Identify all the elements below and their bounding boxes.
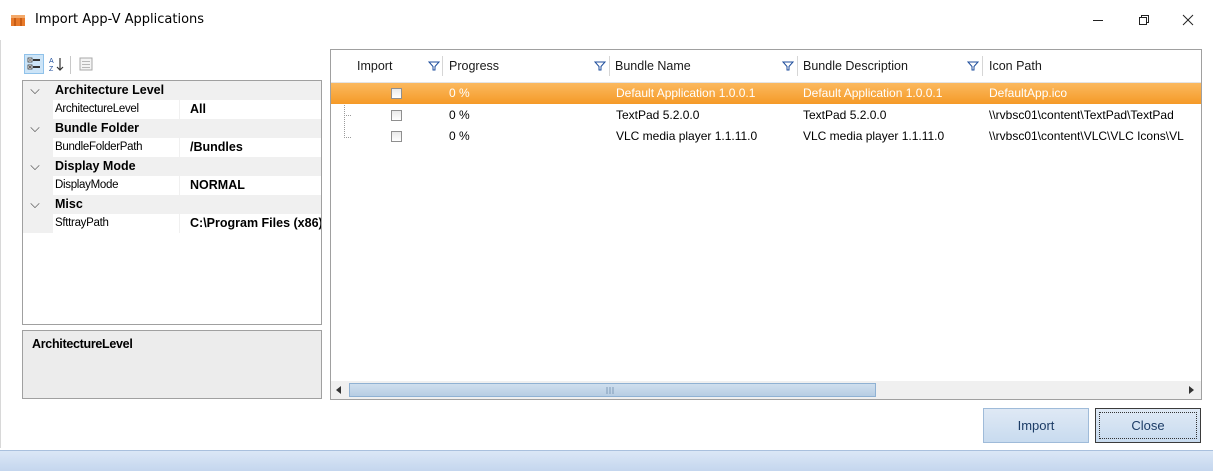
column-header-progress[interactable]: Progress — [449, 50, 589, 82]
import-checkbox[interactable] — [391, 110, 402, 121]
restore-icon — [1139, 15, 1149, 25]
applications-grid[interactable]: Import Progress Bundle Name Bundle Descr… — [330, 49, 1202, 400]
minimize-button[interactable] — [1075, 0, 1121, 40]
table-row[interactable]: 0 % VLC media player 1.1.11.0 VLC media … — [331, 126, 1201, 147]
column-header-bundle-name[interactable]: Bundle Name — [615, 50, 775, 82]
chevron-down-icon[interactable]: ⌵ — [29, 195, 41, 214]
property-pages-button[interactable] — [76, 54, 96, 74]
scroll-left-icon[interactable] — [334, 385, 344, 395]
close-window-button[interactable] — [1165, 0, 1211, 40]
column-header-bundle-description[interactable]: Bundle Description — [803, 50, 963, 82]
property-pages-icon — [79, 57, 93, 71]
bundle-description-cell: VLC media player 1.1.11.0 — [803, 129, 945, 143]
column-label: Icon Path — [989, 59, 1042, 73]
category-misc[interactable]: ⌵ Misc — [23, 195, 321, 214]
status-bar — [0, 450, 1213, 471]
category-architecture-level[interactable]: ⌵ Architecture Level — [23, 81, 321, 100]
property-help-panel: ArchitectureLevel — [22, 330, 322, 399]
progress-cell: 0 % — [449, 86, 470, 100]
grid-header: Import Progress Bundle Name Bundle Descr… — [331, 50, 1201, 83]
category-label: Misc — [55, 197, 83, 211]
svg-text:A: A — [49, 58, 54, 65]
bundle-name-cell: Default Application 1.0.0.1 — [616, 86, 756, 100]
property-row-displaymode[interactable]: DisplayMode NORMAL — [23, 176, 321, 195]
property-grid[interactable]: ⌵ Architecture Level ArchitectureLevel A… — [22, 80, 322, 325]
import-button[interactable]: Import — [983, 408, 1089, 443]
column-header-icon-path[interactable]: Icon Path — [989, 50, 1189, 82]
column-label: Progress — [449, 59, 500, 73]
close-button[interactable]: Close — [1095, 408, 1201, 443]
filter-icon[interactable] — [782, 60, 794, 72]
category-label: Display Mode — [55, 159, 136, 173]
category-display-mode[interactable]: ⌵ Display Mode — [23, 157, 321, 176]
property-row-sfttraypath[interactable]: SfttrayPath C:\Program Files (x86)\ — [23, 214, 321, 233]
property-value[interactable]: /Bundles — [190, 138, 321, 157]
category-label: Bundle Folder — [55, 121, 140, 135]
window-title: Import App-V Applications — [35, 12, 205, 27]
categorized-view-button[interactable] — [24, 54, 44, 74]
scrollbar-thumb[interactable] — [349, 383, 876, 397]
import-checkbox[interactable] — [391, 88, 402, 99]
filter-icon[interactable] — [594, 60, 606, 72]
column-label: Bundle Description — [803, 59, 908, 73]
categorized-icon — [27, 57, 40, 70]
icon-path-cell: \\rvbsc01\content\TextPad\TextPad — [989, 108, 1174, 122]
property-name: SfttrayPath — [55, 217, 109, 229]
title-bar: Import App-V Applications — [0, 0, 1213, 40]
progress-cell: 0 % — [449, 129, 470, 143]
bundle-description-cell: TextPad 5.2.0.0 — [803, 108, 887, 122]
filter-icon[interactable] — [967, 60, 979, 72]
property-row-bundlefolderpath[interactable]: BundleFolderPath /Bundles — [23, 138, 321, 157]
bundle-description-cell: Default Application 1.0.0.1 — [803, 86, 943, 100]
close-icon — [1182, 14, 1194, 26]
property-grid-toolbar: A Z — [22, 52, 322, 78]
sort-az-icon: A Z — [49, 58, 64, 72]
property-value[interactable]: NORMAL — [190, 176, 321, 195]
chevron-down-icon[interactable]: ⌵ — [29, 81, 41, 100]
category-label: Architecture Level — [55, 83, 165, 97]
bundle-name-cell: TextPad 5.2.0.0 — [616, 108, 700, 122]
help-title: ArchitectureLevel — [32, 337, 133, 351]
svg-text:Z: Z — [49, 66, 54, 72]
bundle-name-cell: VLC media player 1.1.11.0 — [616, 129, 758, 143]
progress-cell: 0 % — [449, 108, 470, 122]
icon-path-cell: DefaultApp.ico — [989, 86, 1068, 100]
filter-icon[interactable] — [428, 60, 440, 72]
table-row[interactable]: 0 % Default Application 1.0.0.1 Default … — [331, 83, 1201, 104]
restore-button[interactable] — [1121, 0, 1167, 40]
horizontal-scrollbar[interactable] — [331, 381, 1201, 399]
category-bundle-folder[interactable]: ⌵ Bundle Folder — [23, 119, 321, 138]
column-label: Bundle Name — [615, 59, 691, 73]
scroll-right-icon[interactable] — [1186, 385, 1196, 395]
property-value[interactable]: All — [190, 100, 321, 119]
alphabetical-sort-button[interactable]: A Z — [47, 54, 67, 74]
chevron-down-icon[interactable]: ⌵ — [29, 119, 41, 138]
property-name: BundleFolderPath — [55, 141, 143, 153]
minimize-icon — [1093, 20, 1103, 21]
property-value[interactable]: C:\Program Files (x86)\ — [190, 214, 321, 233]
icon-path-cell: \\rvbsc01\content\VLC\VLC Icons\VL — [989, 129, 1184, 143]
table-row[interactable]: 0 % TextPad 5.2.0.0 TextPad 5.2.0.0 \\rv… — [331, 105, 1201, 126]
app-icon — [10, 12, 26, 28]
property-row-architecturelevel[interactable]: ArchitectureLevel All — [23, 100, 321, 119]
column-label: Import — [357, 59, 393, 73]
import-checkbox[interactable] — [391, 131, 402, 142]
chevron-down-icon[interactable]: ⌵ — [29, 157, 41, 176]
property-name: DisplayMode — [55, 179, 119, 191]
property-name: ArchitectureLevel — [55, 103, 139, 115]
